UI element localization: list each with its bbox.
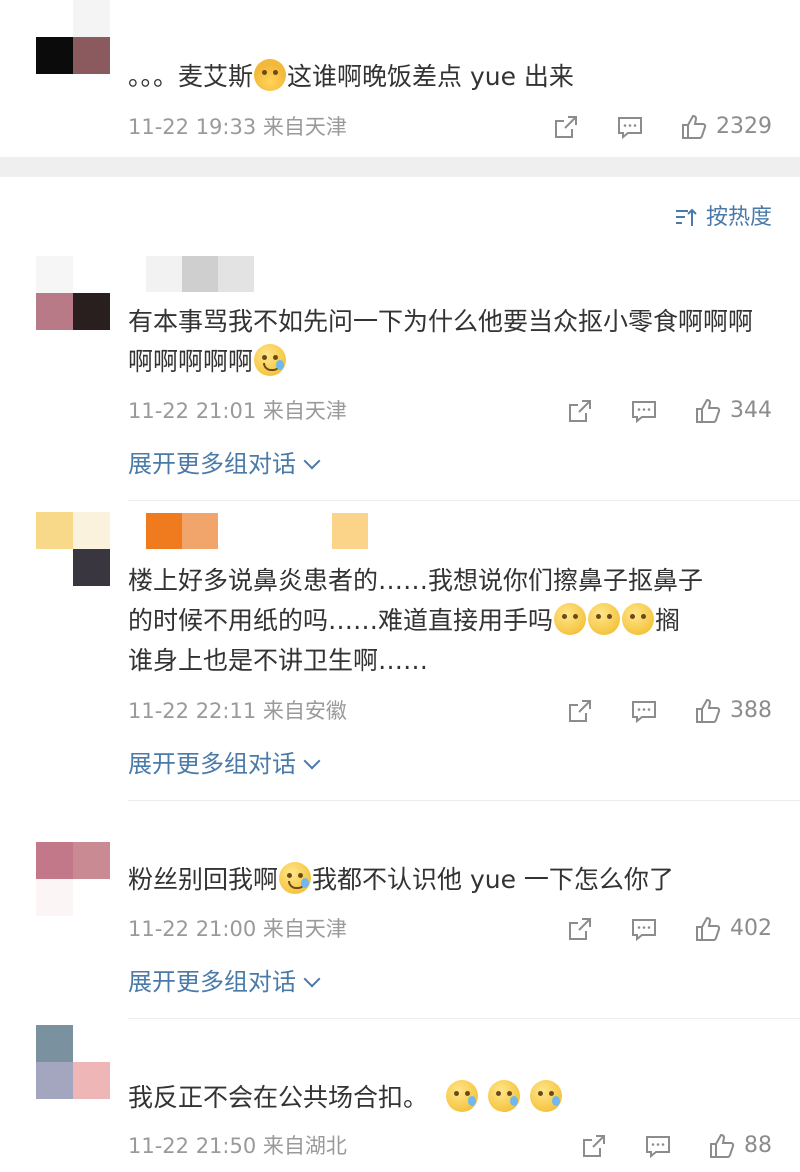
comment-meta: 11-22 21:01 来自天津 344 — [128, 393, 772, 429]
fearful-emoji — [254, 59, 287, 91]
expand-conversation-link[interactable]: 展开更多组对话 — [128, 964, 321, 1000]
avatar[interactable] — [36, 0, 110, 74]
expand-conversation-link[interactable]: 展开更多组对话 — [128, 446, 321, 482]
comment-icon[interactable] — [630, 397, 658, 425]
comment-meta: 11-22 21:00 来自天津 402 — [128, 911, 772, 947]
username[interactable] — [146, 256, 254, 292]
username[interactable] — [146, 513, 368, 549]
like-icon[interactable] — [680, 113, 708, 141]
chevron-down-icon — [303, 970, 321, 988]
sweat-emoji — [529, 1080, 562, 1112]
comment-time: 11-22 22:11 来自安徽 — [128, 699, 347, 723]
comment-time: 11-22 19:33 来自天津 — [128, 115, 347, 139]
divider — [128, 1018, 800, 1019]
divider — [128, 500, 800, 501]
comment-time: 11-22 21:01 来自天津 — [128, 399, 347, 423]
comment-time: 11-22 21:50 来自湖北 — [128, 1134, 347, 1158]
comment-text: 我反正不会在公共场合扣。 — [128, 1078, 770, 1118]
avatar[interactable] — [36, 512, 110, 586]
expand-conversation-link[interactable]: 展开更多组对话 — [128, 746, 321, 782]
share-icon[interactable] — [580, 1132, 608, 1160]
like-count: 344 — [730, 398, 772, 423]
comment-icon[interactable] — [616, 113, 644, 141]
avatar[interactable] — [36, 1025, 110, 1099]
speechless-emoji — [588, 603, 621, 635]
share-icon[interactable] — [552, 113, 580, 141]
speechless-emoji — [554, 603, 587, 635]
comment-icon[interactable] — [630, 915, 658, 943]
sort-button[interactable]: 按热度 — [674, 200, 772, 236]
crying-laughing-emoji — [254, 344, 287, 376]
comment-text: 有本事骂我不如先问一下为什么他要当众抠小零食啊啊啊啊啊啊啊啊 — [128, 307, 754, 376]
comment-text: 楼上好多说鼻炎患者的……我想说你们擦鼻子抠鼻子 的时候不用纸的吗……难道直接用手… — [128, 561, 770, 681]
crying-laughing-emoji — [279, 862, 312, 894]
like-icon[interactable] — [694, 397, 722, 425]
like-count: 2329 — [716, 114, 772, 139]
like-count: 388 — [730, 698, 772, 723]
avatar[interactable] — [36, 256, 110, 330]
speechless-emoji — [622, 603, 655, 635]
share-icon[interactable] — [566, 397, 594, 425]
like-count: 88 — [744, 1133, 772, 1158]
comment-meta: 11-22 19:33 来自天津 2329 — [128, 109, 772, 145]
sort-label: 按热度 — [705, 205, 772, 230]
comment-line: 谁身上也是不讲卫生啊…… — [128, 646, 429, 675]
comment-text: 。。。麦艾斯 这谁啊晚饭差点 yue 出来 — [128, 57, 770, 97]
comment-line: 楼上好多说鼻炎患者的……我想说你们擦鼻子抠鼻子 — [128, 566, 704, 595]
share-icon[interactable] — [566, 915, 594, 943]
divider — [128, 800, 800, 801]
like-icon[interactable] — [694, 915, 722, 943]
sort-icon — [675, 208, 697, 226]
comment-line: 的时候不用纸的吗……难道直接用手吗搁 — [128, 601, 770, 641]
share-icon[interactable] — [566, 697, 594, 725]
comment-icon[interactable] — [644, 1132, 672, 1160]
like-icon[interactable] — [694, 697, 722, 725]
section-separator — [0, 157, 800, 177]
sweat-emoji — [445, 1080, 478, 1112]
chevron-down-icon — [303, 452, 321, 470]
like-count: 402 — [730, 916, 772, 941]
comment-meta: 11-22 21:50 来自湖北 88 — [128, 1128, 772, 1164]
chevron-down-icon — [303, 752, 321, 770]
sweat-emoji — [487, 1080, 520, 1112]
comment-meta: 11-22 22:11 来自安徽 388 — [128, 693, 772, 729]
like-icon[interactable] — [708, 1132, 736, 1160]
comment-icon[interactable] — [630, 697, 658, 725]
comment-text: 粉丝别回我啊 我都不认识他 yue 一下怎么你了 — [128, 860, 770, 900]
comment-time: 11-22 21:00 来自天津 — [128, 917, 347, 941]
avatar[interactable] — [36, 842, 110, 916]
